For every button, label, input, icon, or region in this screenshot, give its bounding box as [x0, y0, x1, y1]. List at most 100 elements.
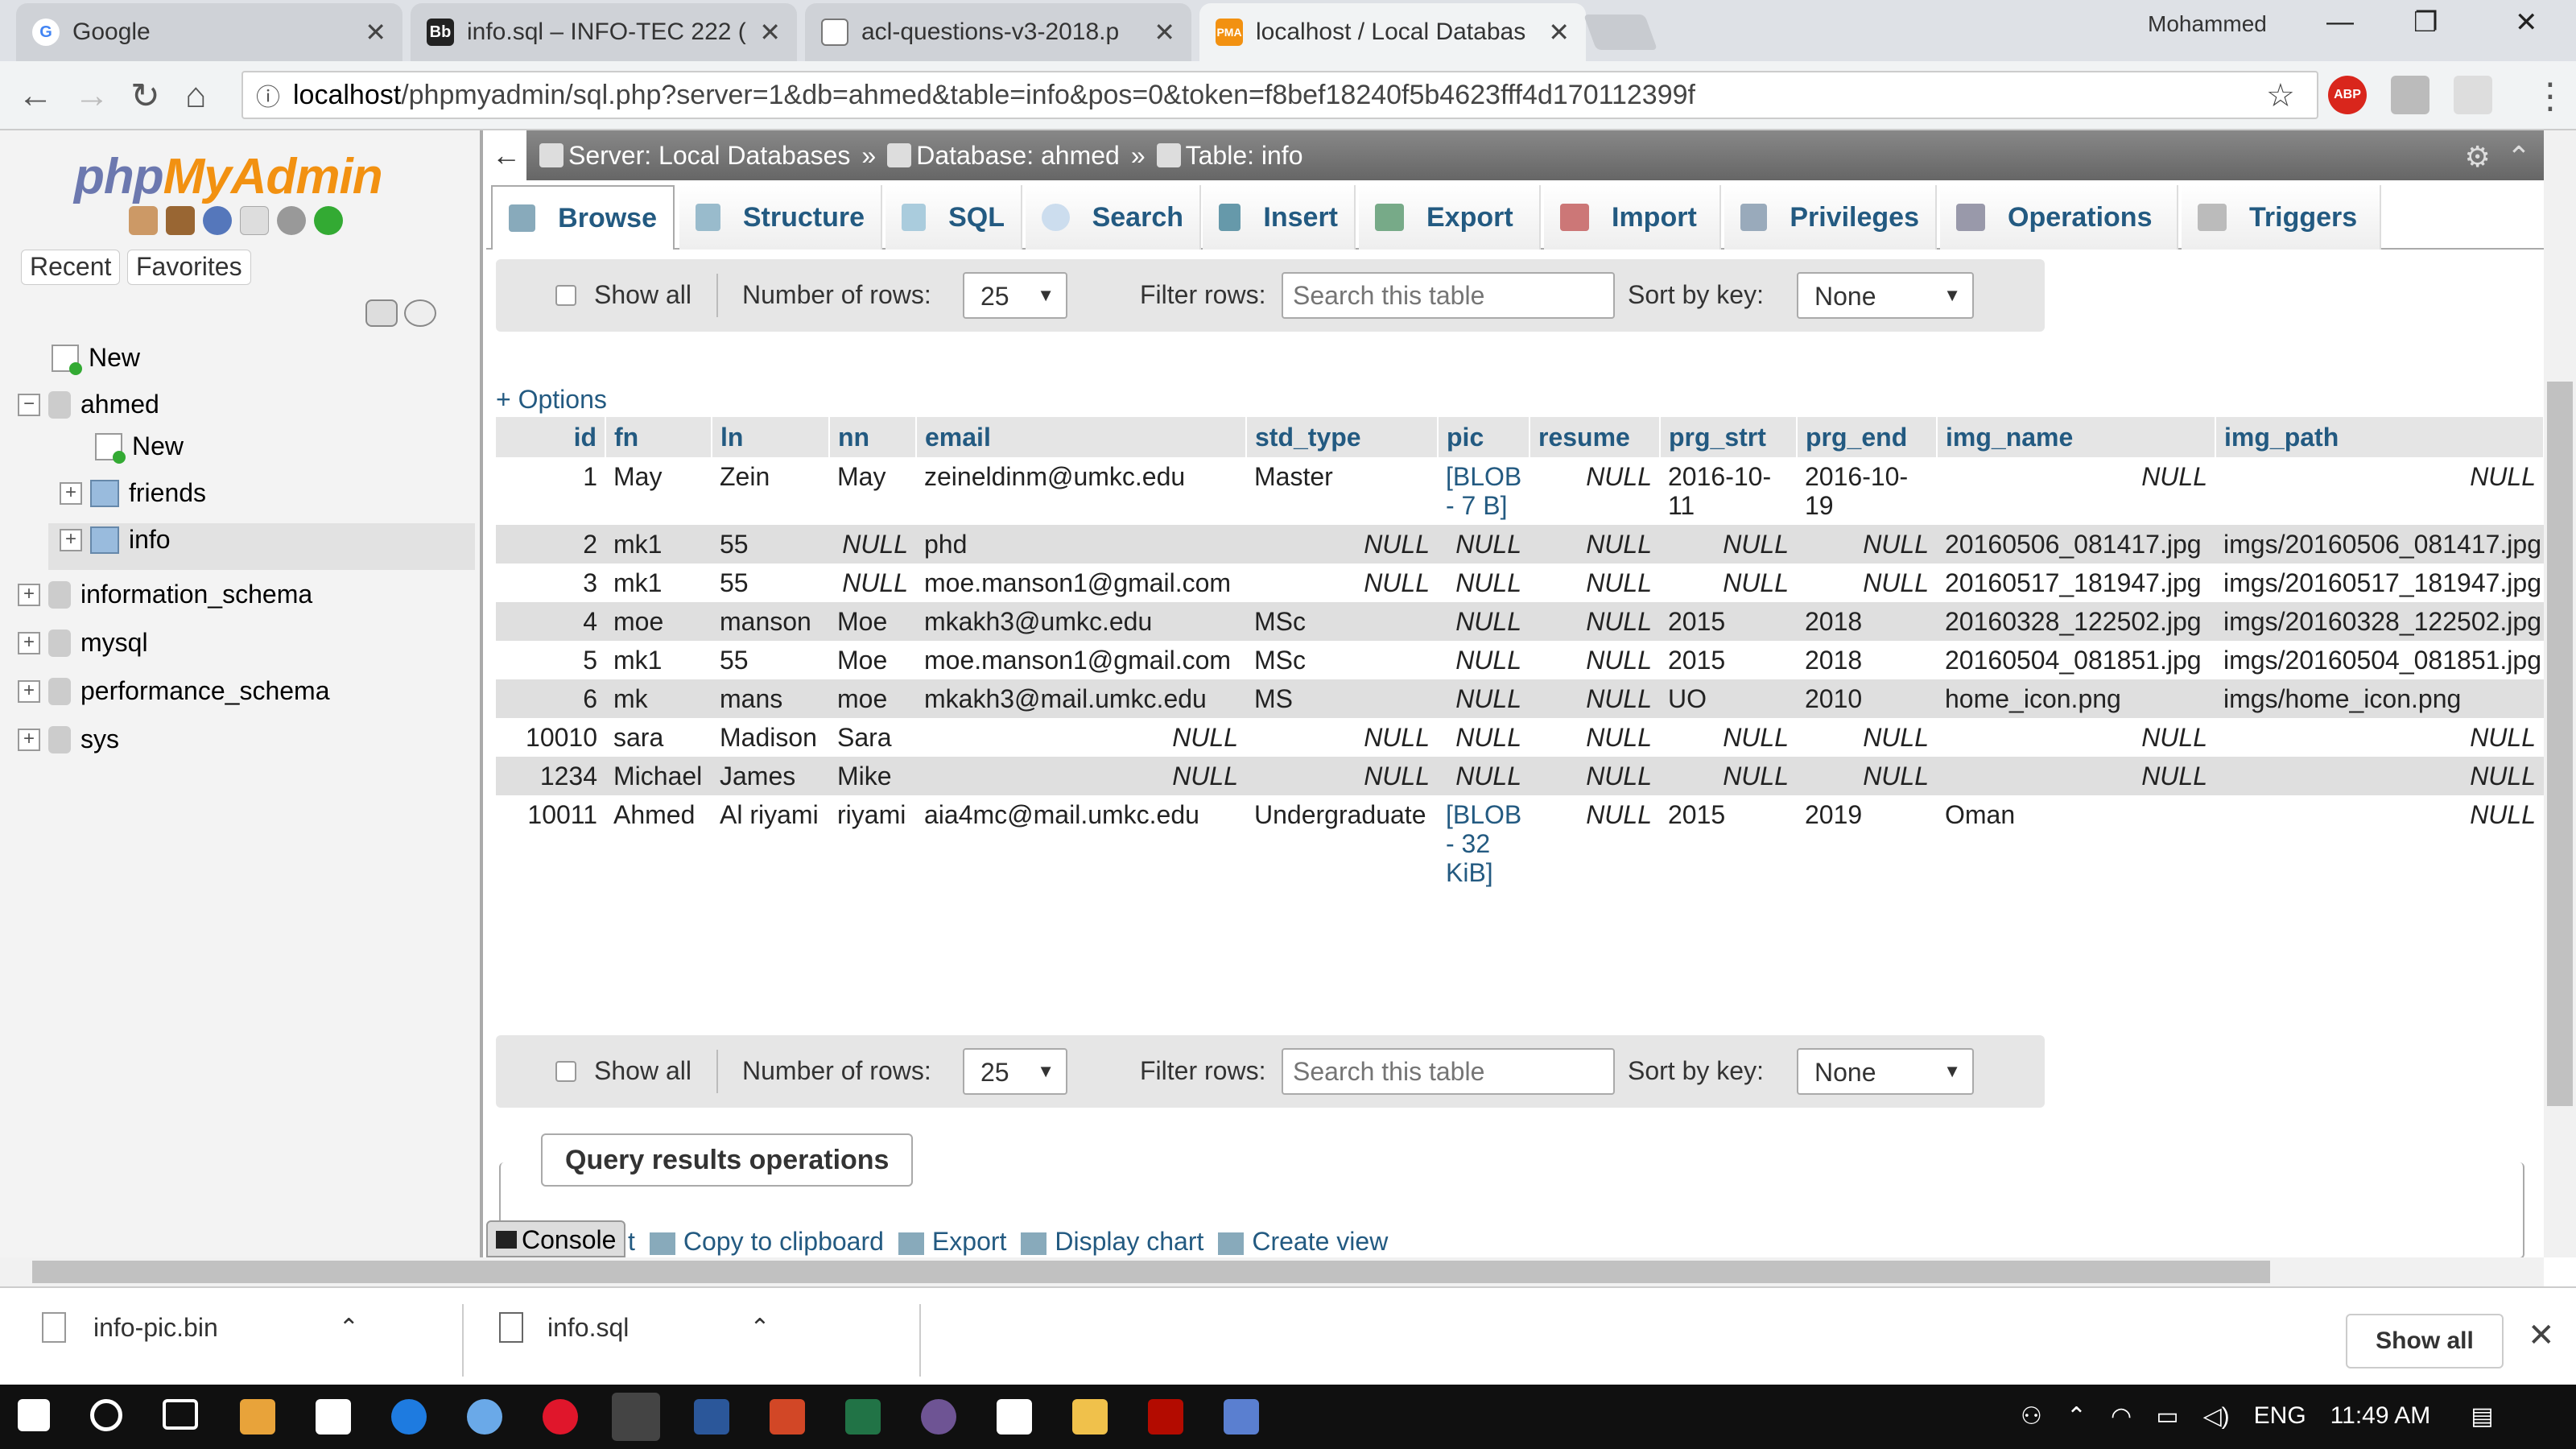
cell-resume[interactable]: NULL — [1530, 525, 1660, 564]
cell-nn[interactable]: NULL — [829, 564, 916, 602]
tab-browse[interactable]: Browse — [491, 185, 675, 250]
table-row[interactable]: 10011 Ahmed Al riyami riyami aia4mc@mail.umk… — [496, 795, 2544, 892]
cell-prg-end[interactable]: 2018 — [1797, 602, 1937, 641]
cell-id[interactable]: 5 — [496, 641, 605, 679]
cell-fn[interactable]: mk1 — [605, 525, 712, 564]
close-tab-icon[interactable]: ✕ — [1548, 17, 1570, 47]
cell-id[interactable]: 3 — [496, 564, 605, 602]
expand-icon[interactable]: + — [18, 679, 40, 703]
home-icon[interactable] — [129, 206, 158, 235]
notes-icon[interactable] — [997, 1399, 1032, 1435]
tree-item-ahmed[interactable]: − ahmed — [18, 390, 159, 419]
close-tab-icon[interactable]: ✕ — [1154, 17, 1175, 47]
cell-ln[interactable]: Zein — [712, 457, 829, 525]
cell-prg-strt[interactable]: NULL — [1660, 718, 1797, 757]
cell-prg-end[interactable]: 2019 — [1797, 795, 1937, 892]
close-tab-icon[interactable]: ✕ — [759, 17, 781, 47]
cell-img-path[interactable]: imgs/20160506_081417.jpg — [2215, 525, 2544, 564]
cell-std-type[interactable]: MSc — [1246, 602, 1438, 641]
vertical-scroll-thumb[interactable] — [2547, 382, 2573, 1106]
cell-std-type[interactable]: NULL — [1246, 564, 1438, 602]
excel-icon[interactable] — [845, 1399, 881, 1435]
cell-fn[interactable]: mk — [605, 679, 712, 718]
cell-pic[interactable]: NULL — [1438, 679, 1530, 718]
cell-std-type[interactable]: Undergraduate — [1246, 795, 1438, 892]
cell-ln[interactable]: 55 — [712, 564, 829, 602]
tree-item-information-schema[interactable]: + information_schema — [18, 580, 312, 609]
back-arrow-icon[interactable]: ← — [18, 76, 53, 116]
cell-resume[interactable]: NULL — [1530, 718, 1660, 757]
cell-std-type[interactable]: MSc — [1246, 641, 1438, 679]
cell-resume[interactable]: NULL — [1530, 757, 1660, 795]
cell-img-name[interactable]: NULL — [1937, 757, 2215, 795]
language-indicator[interactable]: ENG — [2254, 1402, 2306, 1430]
export-link[interactable]: Export — [898, 1227, 1006, 1257]
reload-icon[interactable]: ↻ — [130, 76, 160, 117]
cell-prg-strt[interactable]: 2015 — [1660, 602, 1797, 641]
cell-ln[interactable]: Al riyami — [712, 795, 829, 892]
cell-pic[interactable]: [BLOB - 7 B] — [1438, 457, 1530, 525]
cell-id[interactable]: 4 — [496, 602, 605, 641]
tree-item-mysql[interactable]: + mysql — [18, 628, 148, 658]
chevron-up-icon[interactable]: ⌃ — [749, 1314, 770, 1342]
cell-img-name[interactable]: Oman — [1937, 795, 2215, 892]
cell-resume[interactable]: NULL — [1530, 679, 1660, 718]
column-header-id[interactable]: id — [496, 417, 606, 457]
settings-gear-icon[interactable]: ⚙ — [2465, 140, 2491, 173]
copy-to-clipboard-link[interactable]: Copy to clipboard — [649, 1227, 884, 1257]
task-view-icon[interactable] — [163, 1399, 198, 1430]
cell-email[interactable]: aia4mc@mail.umkc.edu — [916, 795, 1246, 892]
cell-id[interactable]: 10011 — [496, 795, 605, 892]
column-header-std-type[interactable]: std_type — [1246, 417, 1439, 457]
battery-icon[interactable]: ▭ — [2156, 1402, 2178, 1430]
tree-item-info[interactable]: + info — [60, 525, 171, 555]
cell-img-name[interactable]: NULL — [1937, 457, 2215, 525]
chevron-up-icon[interactable]: ⌃ — [339, 1314, 359, 1342]
clock[interactable]: 11:49 AM — [2330, 1402, 2431, 1430]
tree-item-friends[interactable]: + friends — [60, 478, 206, 508]
breadcrumb-database[interactable]: Database: ahmed — [887, 141, 1120, 171]
display-chart-link[interactable]: Display chart — [1021, 1227, 1203, 1257]
mail-icon[interactable] — [316, 1399, 351, 1435]
tree-item-new-database[interactable]: New — [52, 343, 140, 375]
number-of-rows-select[interactable]: 25 — [963, 272, 1067, 319]
cell-nn[interactable]: Moe — [829, 602, 916, 641]
table-row[interactable]: 5 mk1 55 Moe moe.manson1@gmail.com MSc NULL NUL… — [496, 641, 2544, 679]
blob-link[interactable]: [BLOB - 32 KiB] — [1446, 800, 1521, 887]
sort-by-key-select[interactable]: None — [1797, 272, 1974, 319]
close-window-icon[interactable]: ✕ — [2515, 6, 2538, 39]
cell-img-path[interactable]: imgs/20160504_081851.jpg — [2215, 641, 2544, 679]
store-icon[interactable] — [240, 1399, 275, 1435]
file-explorer-icon[interactable] — [1072, 1399, 1108, 1435]
table-row[interactable]: 1 May Zein May zeineldinm@umkc.edu Master [BLO… — [496, 457, 2544, 525]
tab-triggers[interactable]: Triggers — [2182, 185, 2381, 250]
cell-prg-strt[interactable]: 2015 — [1660, 641, 1797, 679]
options-link[interactable]: + Options — [496, 385, 607, 415]
cell-prg-end[interactable]: NULL — [1797, 757, 1937, 795]
tab-search[interactable]: Search — [1026, 185, 1201, 250]
new-tab-button[interactable] — [1583, 14, 1658, 50]
chrome-icon[interactable] — [612, 1393, 660, 1441]
column-header-ln[interactable]: ln — [712, 417, 830, 457]
wifi-icon[interactable]: ◠ — [2111, 1402, 2132, 1430]
phpmyadmin-logo[interactable]: phpMyAdmin — [74, 148, 383, 205]
cell-ln[interactable]: 55 — [712, 525, 829, 564]
show-all-label[interactable]: Show all — [594, 1056, 691, 1086]
browser-tab-google[interactable]: G Google ✕ — [16, 3, 402, 61]
acrobat-icon[interactable] — [1148, 1399, 1183, 1435]
column-header-email[interactable]: email — [916, 417, 1247, 457]
close-tab-icon[interactable]: ✕ — [365, 17, 386, 47]
browser-tab-phpmyadmin[interactable]: PMA localhost / Local Databas ✕ — [1199, 3, 1586, 61]
collapse-all-icon[interactable] — [365, 299, 398, 327]
download-item-info-pic[interactable]: info-pic.bin ⌃ — [42, 1312, 359, 1343]
opera-icon[interactable] — [543, 1399, 578, 1435]
cell-resume[interactable]: NULL — [1530, 602, 1660, 641]
cell-ln[interactable]: Madison — [712, 718, 829, 757]
table-row[interactable]: 3 mk1 55 NULL moe.manson1@gmail.com NULL NULL N… — [496, 564, 2544, 602]
cell-img-path[interactable]: imgs/home_icon.png — [2215, 679, 2544, 718]
expand-icon[interactable]: + — [60, 481, 82, 505]
gear-icon[interactable] — [277, 206, 306, 235]
cell-fn[interactable]: moe — [605, 602, 712, 641]
cell-nn[interactable]: Sara — [829, 718, 916, 757]
collapse-top-icon[interactable]: ⌃ — [2507, 140, 2531, 173]
